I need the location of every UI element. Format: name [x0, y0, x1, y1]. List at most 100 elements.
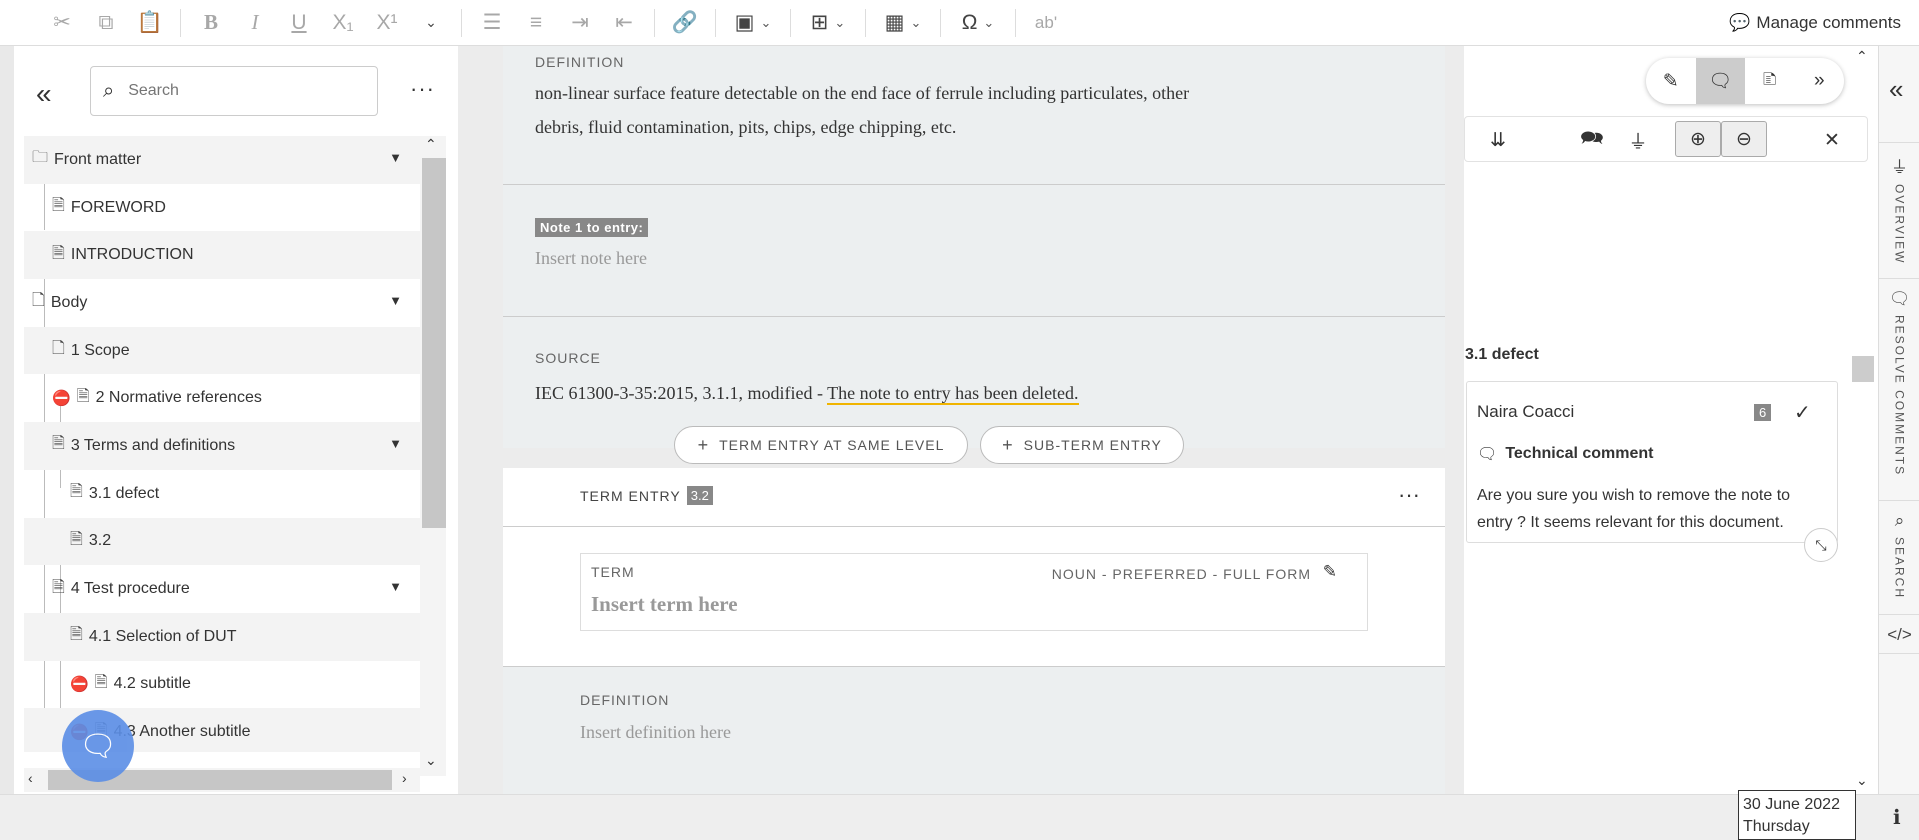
chat-support-button[interactable]: 🗨 — [62, 710, 134, 782]
tree-item-subtitle[interactable]: ⛔ 🗎 4.2 subtitle — [24, 661, 420, 709]
filter-icon[interactable]: ⏚ — [1615, 117, 1661, 163]
rail-tab-search[interactable]: ⌕ SEARCH — [1879, 500, 1919, 610]
tree-item-label: 4.2 subtitle — [113, 675, 191, 693]
document-icon: 🗋 — [52, 340, 65, 358]
special-char-dropdown[interactable]: Ω ⌄ — [949, 0, 1007, 46]
collapse-left-icon[interactable]: « — [1889, 74, 1903, 105]
comment-type: 🗨 Technical comment — [1477, 444, 1654, 464]
paste-icon[interactable]: 📋 — [128, 0, 172, 46]
cut-icon[interactable]: ✂ — [40, 0, 84, 46]
manage-comments-button[interactable]: 💬 Manage comments — [1729, 0, 1901, 46]
link-icon[interactable]: 🔗 — [663, 0, 707, 46]
underline-icon[interactable]: U — [277, 0, 321, 46]
tree-item-body[interactable]: 🗋 Body ▼ — [24, 279, 420, 327]
superscript-icon[interactable]: X¹ — [365, 0, 409, 46]
collapse-comment-icon[interactable]: ⤡ — [1804, 528, 1838, 562]
scroll-thumb[interactable] — [422, 158, 446, 528]
scroll-up-icon[interactable]: ⌃ — [1856, 48, 1868, 65]
definition-text-line2[interactable]: debris, fluid contamination, pits, chips… — [535, 110, 956, 144]
resolve-check-icon[interactable]: ✓ — [1794, 400, 1811, 425]
collapse-all-icon[interactable]: ⇊ — [1475, 117, 1521, 163]
add-term-same-level-button[interactable]: + TERM ENTRY AT SAME LEVEL — [674, 426, 968, 464]
numbered-list-icon[interactable]: ≡ — [514, 0, 558, 46]
comment-mode-icon[interactable]: 🗨 — [1695, 58, 1745, 104]
chevron-down-icon[interactable]: ▼ — [389, 579, 402, 594]
close-icon[interactable]: ✕ — [1809, 117, 1855, 163]
scroll-up-icon[interactable]: ⌃ — [425, 136, 437, 153]
tree-more-icon[interactable]: ··· — [410, 76, 435, 102]
tree-item-normative-references[interactable]: ⛔ 🗎 2 Normative references — [24, 374, 420, 422]
note-input[interactable]: Insert note here — [535, 248, 647, 269]
right-side-rail: « ⏚ OVERVIEW 🗨 RESOLVE COMMENTS ⌕ SEARCH… — [1878, 46, 1919, 794]
tree-item-terms-definitions[interactable]: 🗎 3 Terms and definitions ▼ — [24, 422, 420, 470]
copy-icon[interactable]: ⧉ — [84, 0, 128, 46]
edit-mode-icon[interactable]: ✎ — [1646, 58, 1696, 104]
expand-right-icon[interactable]: » — [1795, 58, 1845, 104]
comment-card[interactable]: Naira Coacci 6 ✓ 🗨 Technical comment Are… — [1466, 381, 1838, 543]
term-input[interactable]: Insert term here — [591, 592, 738, 617]
scroll-down-icon[interactable]: ⌄ — [425, 752, 437, 769]
add-sub-term-button[interactable]: + SUB-TERM ENTRY — [980, 426, 1184, 464]
document-icon: 🗎 — [52, 197, 65, 215]
comment-body: Are you sure you wish to remove the note… — [1477, 487, 1791, 531]
toolbar-divider — [940, 8, 941, 37]
rail-tab-source-code[interactable]: </> — [1879, 614, 1919, 654]
tree-list: 🗀 Front matter ▼ 🗎 FOREWORD 🗎 INTRODUCTI… — [24, 136, 420, 752]
next-comment-icon[interactable]: ⊖ — [1721, 121, 1767, 157]
definition2-input[interactable]: Insert definition here — [580, 722, 731, 743]
source-deleted-note[interactable]: The note to entry has been deleted. — [827, 383, 1079, 405]
indent-icon[interactable]: ⇥ — [558, 0, 602, 46]
comment-threads-icon[interactable]: 🗪 — [1569, 117, 1615, 163]
scroll-thumb[interactable] — [1852, 356, 1874, 382]
rail-tab-resolve-comments[interactable]: 🗨 RESOLVE COMMENTS — [1879, 278, 1919, 500]
italic-icon[interactable]: I — [233, 0, 277, 46]
spell-check-icon[interactable]: ab' — [1024, 0, 1068, 46]
table-dropdown[interactable]: ⊞ ⌄ — [799, 0, 857, 46]
track-changes-icon[interactable]: 🗈 — [1745, 58, 1795, 104]
tree-item-scope[interactable]: 🗋 1 Scope — [24, 326, 420, 375]
term-label: TERM — [591, 564, 635, 580]
info-icon[interactable]: ℹ — [1893, 805, 1901, 830]
formula-dropdown[interactable]: ▦ ⌄ — [874, 0, 932, 46]
left-edge-strip — [0, 46, 14, 794]
term-meta: NOUN - PREFERRED - FULL FORM — [1051, 566, 1311, 582]
tree-item-front-matter[interactable]: 🗀 Front matter ▼ — [24, 136, 420, 184]
tree-item-test-procedure[interactable]: 🗎 4 Test procedure ▼ — [24, 565, 420, 613]
document-icon: 🗎 — [94, 673, 108, 691]
term-field[interactable]: TERM NOUN - PREFERRED - FULL FORM ✎ Inse… — [580, 553, 1368, 631]
definition-text-line1[interactable]: non-linear surface feature detectable on… — [535, 76, 1189, 110]
document-icon: 🗋 — [32, 292, 45, 310]
tree-item-introduction[interactable]: 🗎 INTRODUCTION — [24, 231, 420, 280]
tree-vertical-scrollbar[interactable]: ⌃ ⌄ — [420, 136, 446, 776]
source-text[interactable]: IEC 61300-3-35:2015, 3.1.1, modified - T… — [535, 376, 1079, 410]
chevron-down-icon[interactable]: ▼ — [389, 293, 402, 308]
chevron-down-icon: ⌄ — [760, 14, 772, 30]
more-format-chevron-icon[interactable]: ⌄ — [409, 0, 453, 46]
definition2-label: DEFINITION — [580, 692, 670, 708]
document-icon: 🗎 — [70, 530, 83, 548]
rail-tab-overview-label: OVERVIEW — [1892, 184, 1907, 265]
scroll-left-icon[interactable]: ‹ — [28, 770, 33, 786]
hidden-lock-icon: ⛔ — [70, 676, 89, 694]
chevron-down-icon[interactable]: ▼ — [389, 150, 402, 165]
tree-item-3-2[interactable]: 🗎 3.2 — [24, 517, 420, 566]
search-input[interactable] — [128, 82, 329, 100]
chevron-down-icon[interactable]: ▼ — [389, 436, 402, 451]
tree-item-defect[interactable]: 🗎 3.1 defect — [24, 470, 420, 518]
bullet-list-icon[interactable]: ☰ — [470, 0, 514, 46]
scroll-right-icon[interactable]: › — [402, 770, 407, 786]
collapse-panel-icon[interactable]: « — [36, 78, 52, 110]
edit-icon[interactable]: ✎ — [1323, 562, 1337, 582]
outdent-icon[interactable]: ⇤ — [602, 0, 646, 46]
reply-count-badge: 6 — [1754, 404, 1772, 421]
toolbar-divider — [180, 8, 181, 37]
tree-item-selection-dut[interactable]: 🗎 4.1 Selection of DUT — [24, 612, 420, 661]
tree-item-foreword[interactable]: 🗎 FOREWORD — [24, 184, 420, 232]
previous-comment-icon[interactable]: ⊕ — [1675, 121, 1721, 157]
scroll-down-icon[interactable]: ⌄ — [1856, 772, 1868, 789]
comments-scrollbar[interactable]: ⌃ ⌄ — [1852, 46, 1874, 794]
subscript-icon[interactable]: X₁ — [321, 0, 365, 46]
image-dropdown[interactable]: ▣ ⌄ — [724, 0, 782, 46]
bold-icon[interactable]: B — [189, 0, 233, 46]
term-entry-more-icon[interactable]: ··· — [1398, 482, 1420, 508]
